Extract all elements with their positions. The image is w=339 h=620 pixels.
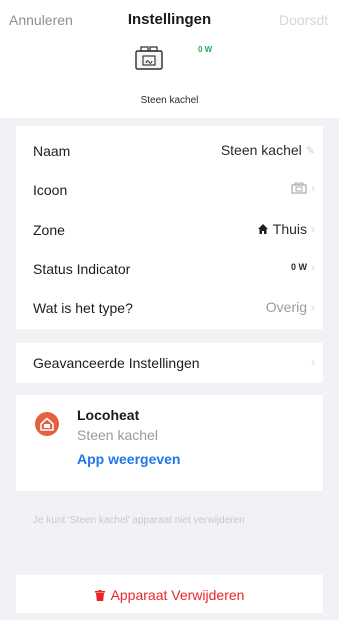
home-icon (257, 224, 268, 234)
delete-note: Je kunt 'Steen kachel' apparaat niet ver… (33, 515, 245, 526)
done-button[interactable]: Doorsdt (279, 12, 328, 28)
icon-row[interactable]: Icoon › (16, 169, 323, 209)
zone-row[interactable]: Zone Thuis › (16, 209, 323, 249)
status-label: Status Indicator (33, 261, 131, 277)
chevron-right-icon: › (311, 181, 315, 195)
chevron-right-icon: › (311, 222, 315, 236)
brand-logo-icon (35, 412, 59, 436)
chevron-right-icon: › (311, 355, 315, 369)
delete-device-button[interactable]: Apparaat Verwijderen (16, 587, 323, 603)
brand-card: Locoheat Steen kachel App weergeven (16, 395, 323, 491)
header: Annuleren Instellingen Doorsdt 0 W Steen… (0, 0, 339, 118)
heater-icon (135, 46, 163, 70)
app-view-link[interactable]: App weergeven (77, 451, 180, 467)
trash-icon (94, 590, 105, 601)
type-row[interactable]: Wat is het type? Overig › (16, 287, 323, 327)
name-label: Naam (33, 143, 71, 159)
device-name: Steen kachel (140, 95, 199, 106)
device-power: 0 W (198, 45, 213, 54)
icon-label: Icoon (33, 182, 68, 198)
brand-device-name: Steen kachel (77, 427, 158, 443)
zone-value: Thuis (272, 221, 307, 237)
chevron-right-icon: › (311, 260, 315, 274)
heater-small-icon (291, 182, 307, 194)
advanced-label: Geavanceerde Instellingen (33, 355, 200, 371)
advanced-settings-row[interactable]: Geavanceerde Instellingen › (16, 343, 323, 383)
zone-label: Zone (33, 222, 65, 238)
chevron-right-icon: › (311, 300, 315, 314)
type-value: Overig (265, 299, 307, 315)
pencil-icon: ✎ (305, 144, 315, 157)
delete-label: Apparaat Verwijderen (110, 587, 245, 603)
name-value: Steen kachel (220, 142, 302, 158)
type-label: Wat is het type? (33, 300, 133, 316)
name-row[interactable]: Naam Steen kachel ✎ (16, 130, 323, 170)
settings-card: Naam Steen kachel ✎ Icoon › Zone Thuis › (16, 126, 323, 329)
delete-device-row[interactable]: Apparaat Verwijderen (16, 575, 323, 613)
status-value: 0 W (290, 262, 307, 272)
status-row[interactable]: Status Indicator 0 W › (16, 248, 323, 288)
brand-name: Locoheat (77, 407, 140, 423)
